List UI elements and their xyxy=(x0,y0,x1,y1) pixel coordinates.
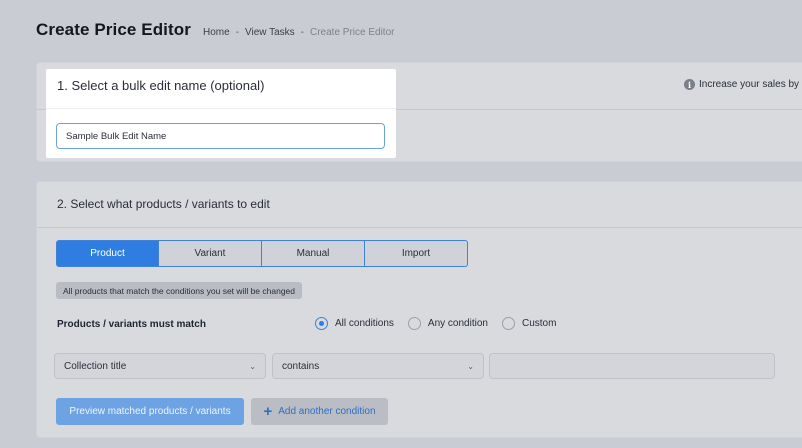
match-label: Products / variants must match xyxy=(57,319,206,330)
condition-operator-select[interactable]: contains ⌄ xyxy=(272,353,484,379)
tab-product[interactable]: Product xyxy=(56,240,159,267)
condition-value-input[interactable] xyxy=(489,353,775,379)
radio-custom[interactable]: Custom xyxy=(501,317,557,330)
info-icon: i xyxy=(684,79,695,90)
breadcrumb-tasks[interactable]: View Tasks xyxy=(245,27,295,38)
tab-manual[interactable]: Manual xyxy=(262,240,365,267)
breadcrumb-separator: - xyxy=(235,27,239,38)
radio-label: All conditions xyxy=(335,318,394,329)
condition-operator-value: contains xyxy=(282,360,320,372)
radio-label: Custom xyxy=(521,318,557,329)
radio-all-conditions[interactable]: All conditions xyxy=(315,317,394,330)
page-title: Create Price Editor xyxy=(36,20,191,39)
breadcrumb-current: Create Price Editor xyxy=(310,27,395,38)
match-mode-radio-group: All conditions Any condition Custom xyxy=(315,317,570,330)
radio-button[interactable] xyxy=(501,317,515,330)
chevron-down-icon: ⌄ xyxy=(467,361,474,371)
breadcrumb-separator: - xyxy=(300,27,304,38)
tab-import[interactable]: Import xyxy=(365,240,468,267)
section2-title: 2. Select what products / variants to ed… xyxy=(57,197,270,211)
plus-icon: + xyxy=(263,403,273,420)
breadcrumb: Home - View Tasks - Create Price Editor xyxy=(203,27,395,38)
info-text: Increase your sales by xyxy=(699,79,800,90)
radio-label: Any condition xyxy=(427,318,488,329)
card-divider xyxy=(37,227,802,228)
breadcrumb-home[interactable]: Home xyxy=(203,27,230,38)
bulk-edit-name-input[interactable] xyxy=(56,123,385,149)
highlight-divider xyxy=(46,108,396,109)
chevron-down-icon: ⌄ xyxy=(249,361,256,371)
section1-title: 1. Select a bulk edit name (optional) xyxy=(57,78,265,93)
radio-any-condition[interactable]: Any condition xyxy=(407,317,488,330)
radio-button[interactable] xyxy=(315,317,328,330)
radio-button[interactable] xyxy=(407,317,421,330)
add-condition-label: Add another condition xyxy=(278,406,376,417)
selection-mode-tabs: Product Variant Manual Import xyxy=(56,240,468,267)
conditions-hint-badge: All products that match the conditions y… xyxy=(56,282,302,299)
add-condition-button[interactable]: + Add another condition xyxy=(251,398,388,425)
page: Create Price Editor Home - View Tasks - … xyxy=(0,0,802,448)
condition-field-value: Collection title xyxy=(64,360,127,372)
preview-matched-button[interactable]: Preview matched products / variants xyxy=(56,398,244,425)
condition-field-select[interactable]: Collection title ⌄ xyxy=(54,353,266,379)
sales-info-tip[interactable]: i Increase your sales by xyxy=(684,79,799,90)
tab-variant[interactable]: Variant xyxy=(159,240,262,267)
page-header: Create Price Editor Home - View Tasks - … xyxy=(36,20,394,40)
